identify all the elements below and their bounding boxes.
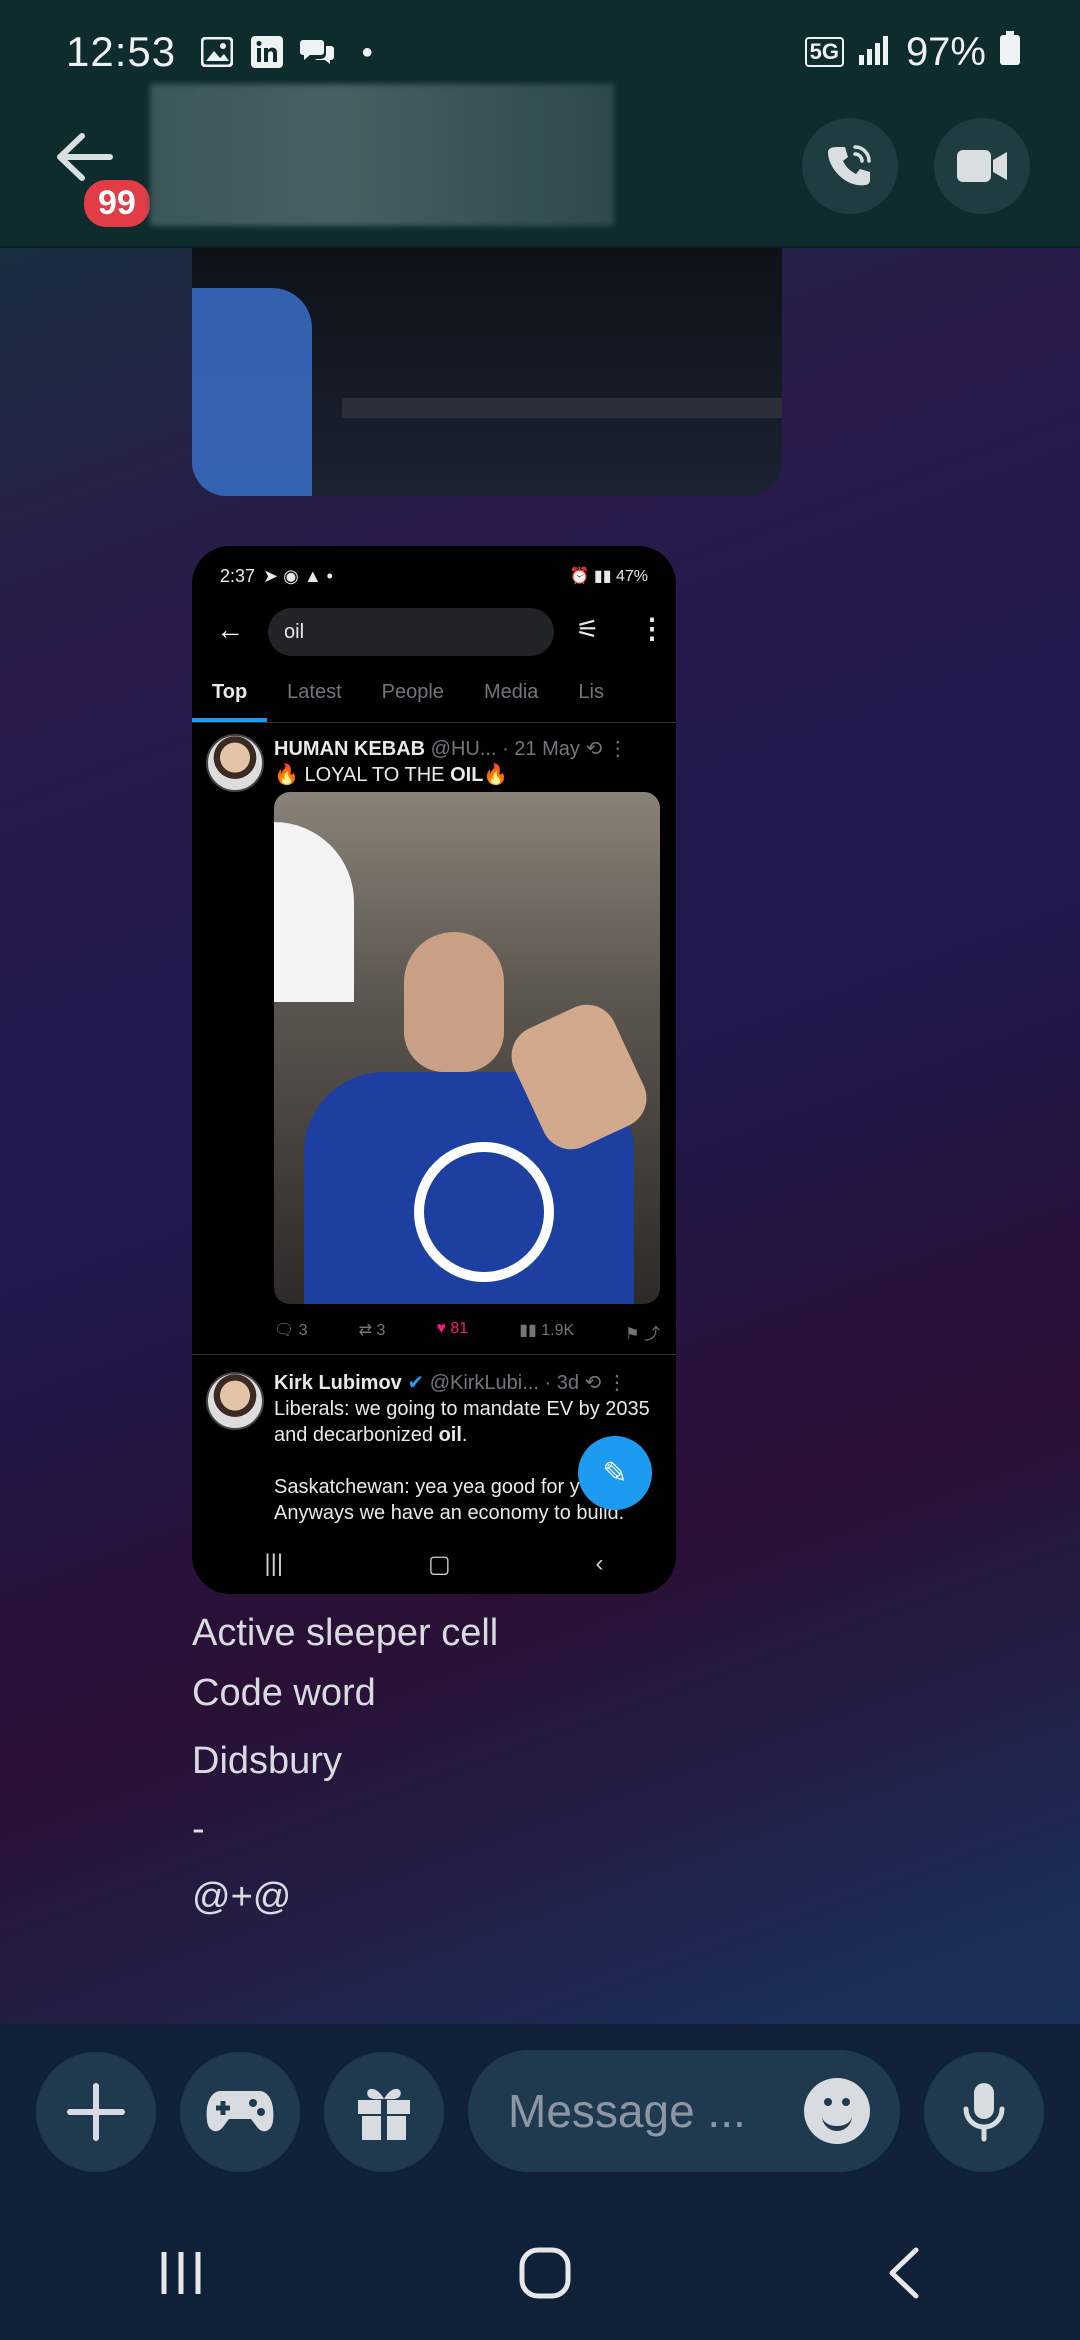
tweet2-grok-icon: ⟲ ⋮ [584,1372,627,1394]
tweet2-avatar [206,1372,264,1430]
system-nav-bar [0,2230,1080,2320]
add-attachment-button[interactable] [36,2052,156,2172]
notification-dot-icon: ● [361,40,374,63]
tweet1-text-before: 🔥 LOYAL TO THE [274,764,451,786]
phone-call-icon [828,145,871,186]
screenshot-search-field: oil [268,608,554,656]
voice-call-button[interactable] [802,118,898,214]
screenshot-compose-fab-icon: ✎ [578,1436,652,1510]
screenshot-tab-people: People [381,681,444,703]
screenshot-filter-icon: ⚟ [576,614,600,644]
screenshot-back-nav-icon: ‹ [595,1550,604,1577]
screenshot-tab-media: Media [483,681,539,703]
tweet1-actions: 🗨 3 ⇄ 3 ♥ 81 ▮▮ 1.9K ⚑ ⤴ [274,1320,660,1344]
tweet1-views: ▮▮ 1.9K [519,1322,575,1339]
back-arrow-icon [57,133,113,181]
tweet1-bookmark-icon: ⚑ ⤴ [625,1326,660,1343]
tweet1-name: HUMAN KEBAB [274,738,426,760]
back-nav-button[interactable] [884,2246,924,2305]
tweet1-header: HUMAN KEBAB @HU... · 21 May ⟲ ⋮ [274,736,628,761]
screenshot-tab-top: Top [192,672,268,722]
emoji-button[interactable] [804,2078,870,2144]
message-line-2: Code word [192,1672,376,1714]
plus-icon [67,2083,125,2141]
message-line-5: @+@ [192,1876,292,1918]
recents-button[interactable] [156,2248,206,2303]
tweet2-line1: Liberals: we going to mandate EV by 2035 [274,1398,650,1420]
chat-bubbles-icon [300,35,335,69]
contact-name-blurred[interactable] [150,84,614,226]
screenshot-home-icon: ▢ [427,1550,451,1578]
screenshot-back-icon: ← [216,614,244,645]
screenshot-battery: 47% [615,568,648,585]
gift-icon [358,2088,410,2140]
status-time: 12:53 [66,28,177,75]
network-type: 5G [804,37,844,67]
screenshot-status-icons: ➤ ◉ ▲ • [263,565,333,586]
video-camera-icon [957,150,1007,182]
message-line-4: - [192,1808,205,1850]
tweet2-date: · 3d [544,1372,579,1394]
screenshot-status-bar: 2:37 ➤ ◉ ▲ • ⏰ ▮▮ 47% [220,558,648,594]
gallery-icon [200,35,234,69]
top-bar: 12:53 ● 5G 97% 99 [0,0,1080,248]
screenshot-more-icon: ⋮ [638,613,666,644]
voice-message-button[interactable] [924,2052,1044,2172]
tweet1-text: 🔥 LOYAL TO THE OIL🔥 [274,762,664,788]
games-button[interactable] [180,2052,300,2172]
video-call-button[interactable] [934,118,1030,214]
tweet1-photo [274,792,660,1304]
tweet1-date: · 21 May [502,738,580,760]
screenshot-system-nav: ||| ▢ ‹ [192,1534,676,1594]
battery-percent: 97% [905,29,986,74]
linkedin-icon [250,35,284,69]
screenshot-recents-icon: ||| [264,1550,284,1577]
screenshot-tabs: Top Latest People Media Lis [192,672,676,723]
tweet2-header: Kirk Lubimov ✔ @KirkLubi... · 3d ⟲ ⋮ [274,1370,627,1395]
tweet1-retweets: ⇄ 3 [358,1322,386,1339]
tweet2-name: Kirk Lubimov [274,1372,402,1394]
screenshot-tab-latest: Latest [287,681,342,703]
tweet1-likes: ♥ 81 [436,1320,469,1337]
battery-icon [1000,30,1020,75]
screenshot-tab-lists: Lis [578,681,604,703]
back-chevron-icon [889,2247,919,2298]
gift-button[interactable] [324,2052,444,2172]
signal-icon [858,30,892,75]
tweet1-avatar [206,734,264,792]
screenshot-alarm-icon: ⏰ ▮▮ [569,568,616,585]
tweet1-handle: @HU... [430,738,497,760]
tweet2-handle: @KirkLubi... [429,1372,539,1394]
tweet1-grok-icon: ⟲ ⋮ [585,738,628,760]
shared-screenshot-image[interactable]: 2:37 ➤ ◉ ▲ • ⏰ ▮▮ 47% ← oil ⚟ ⋮ Top Late… [192,546,676,1594]
message-line-3: Didsbury [192,1740,342,1782]
shared-image-top[interactable] [192,248,782,496]
tweet1-text-after: 🔥 [483,764,509,786]
status-bar: 12:53 ● 5G 97% [66,24,1020,80]
home-button[interactable] [518,2246,572,2305]
message-line-1: Active sleeper cell [192,1612,499,1654]
tweet1-text-bold: OIL [450,764,484,786]
recents-icon [161,2251,201,2294]
microphone-icon [963,2083,1005,2142]
screenshot-search-row: ← oil ⚟ ⋮ [192,596,676,662]
verified-icon: ✔ [407,1372,425,1394]
screenshot-time: 2:37 [220,565,256,586]
unread-badge: 99 [80,176,154,231]
gamepad-icon [206,2091,274,2132]
home-icon [519,2247,571,2298]
tweet1-replies: 🗨 3 [274,1322,308,1339]
